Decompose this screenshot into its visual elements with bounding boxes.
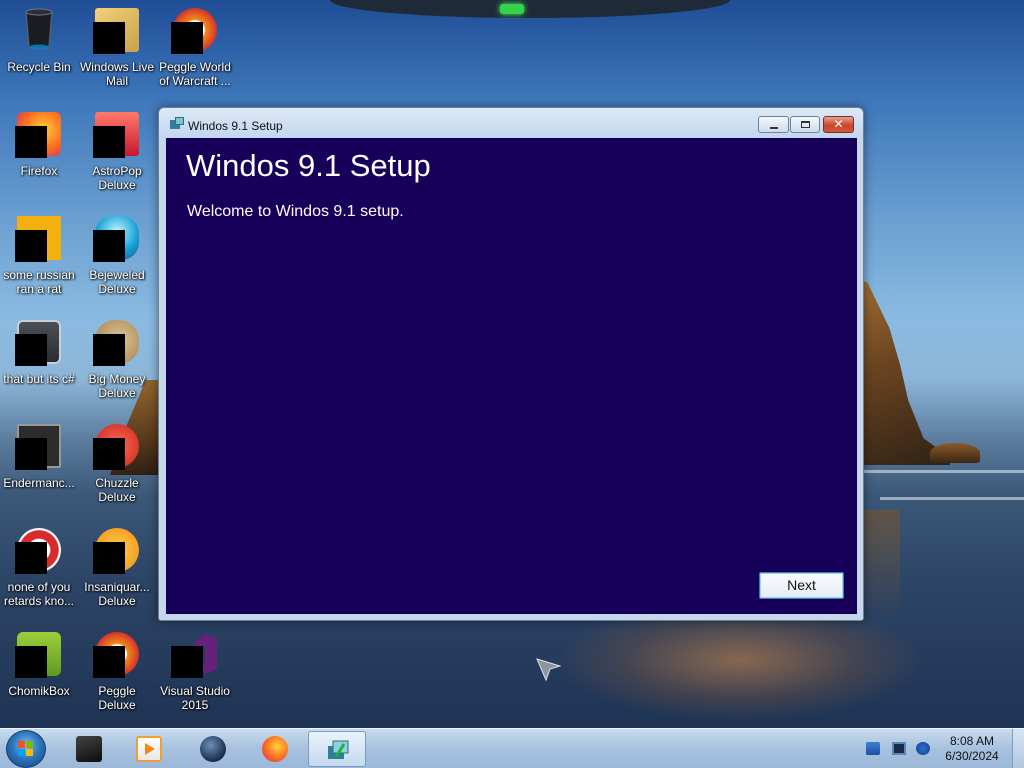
- desktop-icon-windows-live-mail[interactable]: Windows Live Mail: [78, 6, 156, 88]
- desktop-icon-astropop-deluxe[interactable]: AstroPop Deluxe: [78, 110, 156, 192]
- firefox-icon: [15, 110, 63, 158]
- next-button[interactable]: Next: [759, 572, 844, 599]
- insaniquarium-deluxe-icon: [93, 526, 141, 574]
- desktop-icon-firefox[interactable]: Firefox: [0, 110, 78, 178]
- close-button[interactable]: ✕: [823, 116, 854, 133]
- chuzzle-deluxe-icon: [93, 422, 141, 470]
- taskbar-item-firefox[interactable]: [246, 731, 302, 767]
- icon-label: ChomikBox: [8, 684, 70, 698]
- clock-date: 6/30/2024: [945, 749, 999, 763]
- visual-studio-2015-icon: [171, 630, 219, 678]
- chomikbox-icon: [15, 630, 63, 678]
- green-led-icon: [500, 4, 524, 14]
- wallpaper-wave: [860, 470, 1024, 473]
- desktop[interactable]: Recycle Bin Firefox some russian ran a r…: [0, 0, 1024, 728]
- show-desktop-button[interactable]: [1012, 729, 1024, 768]
- icon-label: Visual Studio 2015: [160, 684, 230, 712]
- wallpaper-rock: [930, 443, 980, 463]
- desktop-icon-peggle-world-of-warcraft[interactable]: Peggle World of Warcraft ...: [156, 6, 234, 88]
- icon-label: some russian ran a rat: [3, 268, 75, 296]
- desktop-icon-chomikbox[interactable]: ChomikBox: [0, 630, 78, 698]
- icon-label: Big Money Deluxe: [88, 372, 146, 400]
- icon-label: Recycle Bin: [7, 60, 71, 74]
- minimize-button[interactable]: [758, 116, 789, 133]
- desktop-icon-visual-studio-2015[interactable]: Visual Studio 2015: [156, 630, 234, 712]
- setup-heading: Windos 9.1 Setup: [186, 148, 431, 183]
- bejeweled-deluxe-icon: [93, 214, 141, 262]
- icon-label: Insaniquar... Deluxe: [84, 580, 150, 608]
- top-device-bar: [330, 0, 730, 18]
- globe-icon: [200, 736, 226, 762]
- desktop-icon-some-russian-ran-a-rat[interactable]: some russian ran a rat: [0, 214, 78, 296]
- mouse-cursor-icon: [536, 656, 562, 682]
- icon-label: AstroPop Deluxe: [92, 164, 142, 192]
- display-icon[interactable]: [892, 742, 906, 755]
- icon-label: Firefox: [20, 164, 58, 178]
- volume-icon[interactable]: [916, 742, 930, 755]
- setup-content: Windos 9.1 Setup Welcome to Windos 9.1 s…: [166, 138, 857, 614]
- setup-app-icon: [170, 117, 184, 129]
- astropop-deluxe-icon: [93, 110, 141, 158]
- desktop-icon-peggle-deluxe[interactable]: Peggle Deluxe: [78, 630, 156, 712]
- peggle-deluxe-icon: [93, 630, 141, 678]
- icon-label: Endermanc...: [3, 476, 75, 490]
- window-title: Windos 9.1 Setup: [188, 119, 283, 133]
- wallpaper-wave: [880, 497, 1024, 500]
- icon-label: that but its c#: [3, 372, 75, 386]
- endermanch-icon: [15, 422, 63, 470]
- desktop-icon-chuzzle-deluxe[interactable]: Chuzzle Deluxe: [78, 422, 156, 504]
- icon-label: Peggle World of Warcraft ...: [159, 60, 231, 88]
- taskbar-item-app[interactable]: [60, 731, 116, 767]
- icon-label: Windows Live Mail: [79, 60, 155, 88]
- desktop-icon-bejeweled-deluxe[interactable]: Bejeweled Deluxe: [78, 214, 156, 296]
- taskbar-item-setup[interactable]: [308, 731, 366, 767]
- recycle-bin-icon: [15, 6, 63, 54]
- icon-label: none of you retards kno...: [3, 580, 75, 608]
- taskbar-item-globe[interactable]: [184, 731, 240, 767]
- clock-time: 8:08 AM: [949, 734, 995, 748]
- maximize-button[interactable]: [790, 116, 820, 133]
- icon-label: Chuzzle Deluxe: [95, 476, 139, 504]
- desktop-icon-endermanch[interactable]: Endermanc...: [0, 422, 78, 490]
- media-player-icon: [136, 736, 162, 762]
- icon-label: Peggle Deluxe: [98, 684, 136, 712]
- clock[interactable]: 8:08 AM 6/30/2024: [944, 734, 1000, 764]
- big-money-deluxe-icon: [93, 318, 141, 366]
- desktop-icon-none-of-you[interactable]: none of you retards kno...: [0, 526, 78, 608]
- desktop-icon-recycle-bin[interactable]: Recycle Bin: [0, 6, 78, 74]
- icon-label: Bejeweled Deluxe: [89, 268, 145, 296]
- desktop-icon-big-money-deluxe[interactable]: Big Money Deluxe: [78, 318, 156, 400]
- none-of-you-icon: [15, 526, 63, 574]
- welcome-text: Welcome to Windos 9.1 setup.: [187, 203, 404, 220]
- desktop-icon-that-but-its-csharp[interactable]: that but its c#: [0, 318, 78, 386]
- taskbar-item-media-player[interactable]: [120, 731, 176, 767]
- setup-window[interactable]: Windos 9.1 Setup ✕ Windos 9.1 Setup Welc…: [158, 107, 864, 621]
- taskbar: 8:08 AM 6/30/2024: [0, 728, 1024, 768]
- firefox-icon: [262, 736, 288, 762]
- windows-logo-icon: [18, 741, 34, 757]
- network-icon[interactable]: [866, 742, 880, 755]
- setup-icon: [325, 737, 351, 763]
- minimize-icon: [770, 127, 778, 129]
- close-icon: ✕: [833, 117, 844, 131]
- dark-box-app-icon: [76, 736, 102, 762]
- windows-live-mail-icon: [93, 6, 141, 54]
- maximize-icon: [801, 121, 810, 128]
- some-russian-ran-a-rat-icon: [15, 214, 63, 262]
- peggle-world-of-warcraft-icon: [171, 6, 219, 54]
- desktop-icon-insaniquarium-deluxe[interactable]: Insaniquar... Deluxe: [78, 526, 156, 608]
- start-button[interactable]: [6, 730, 46, 768]
- title-bar[interactable]: Windos 9.1 Setup ✕: [159, 108, 863, 138]
- that-but-its-csharp-icon: [15, 318, 63, 366]
